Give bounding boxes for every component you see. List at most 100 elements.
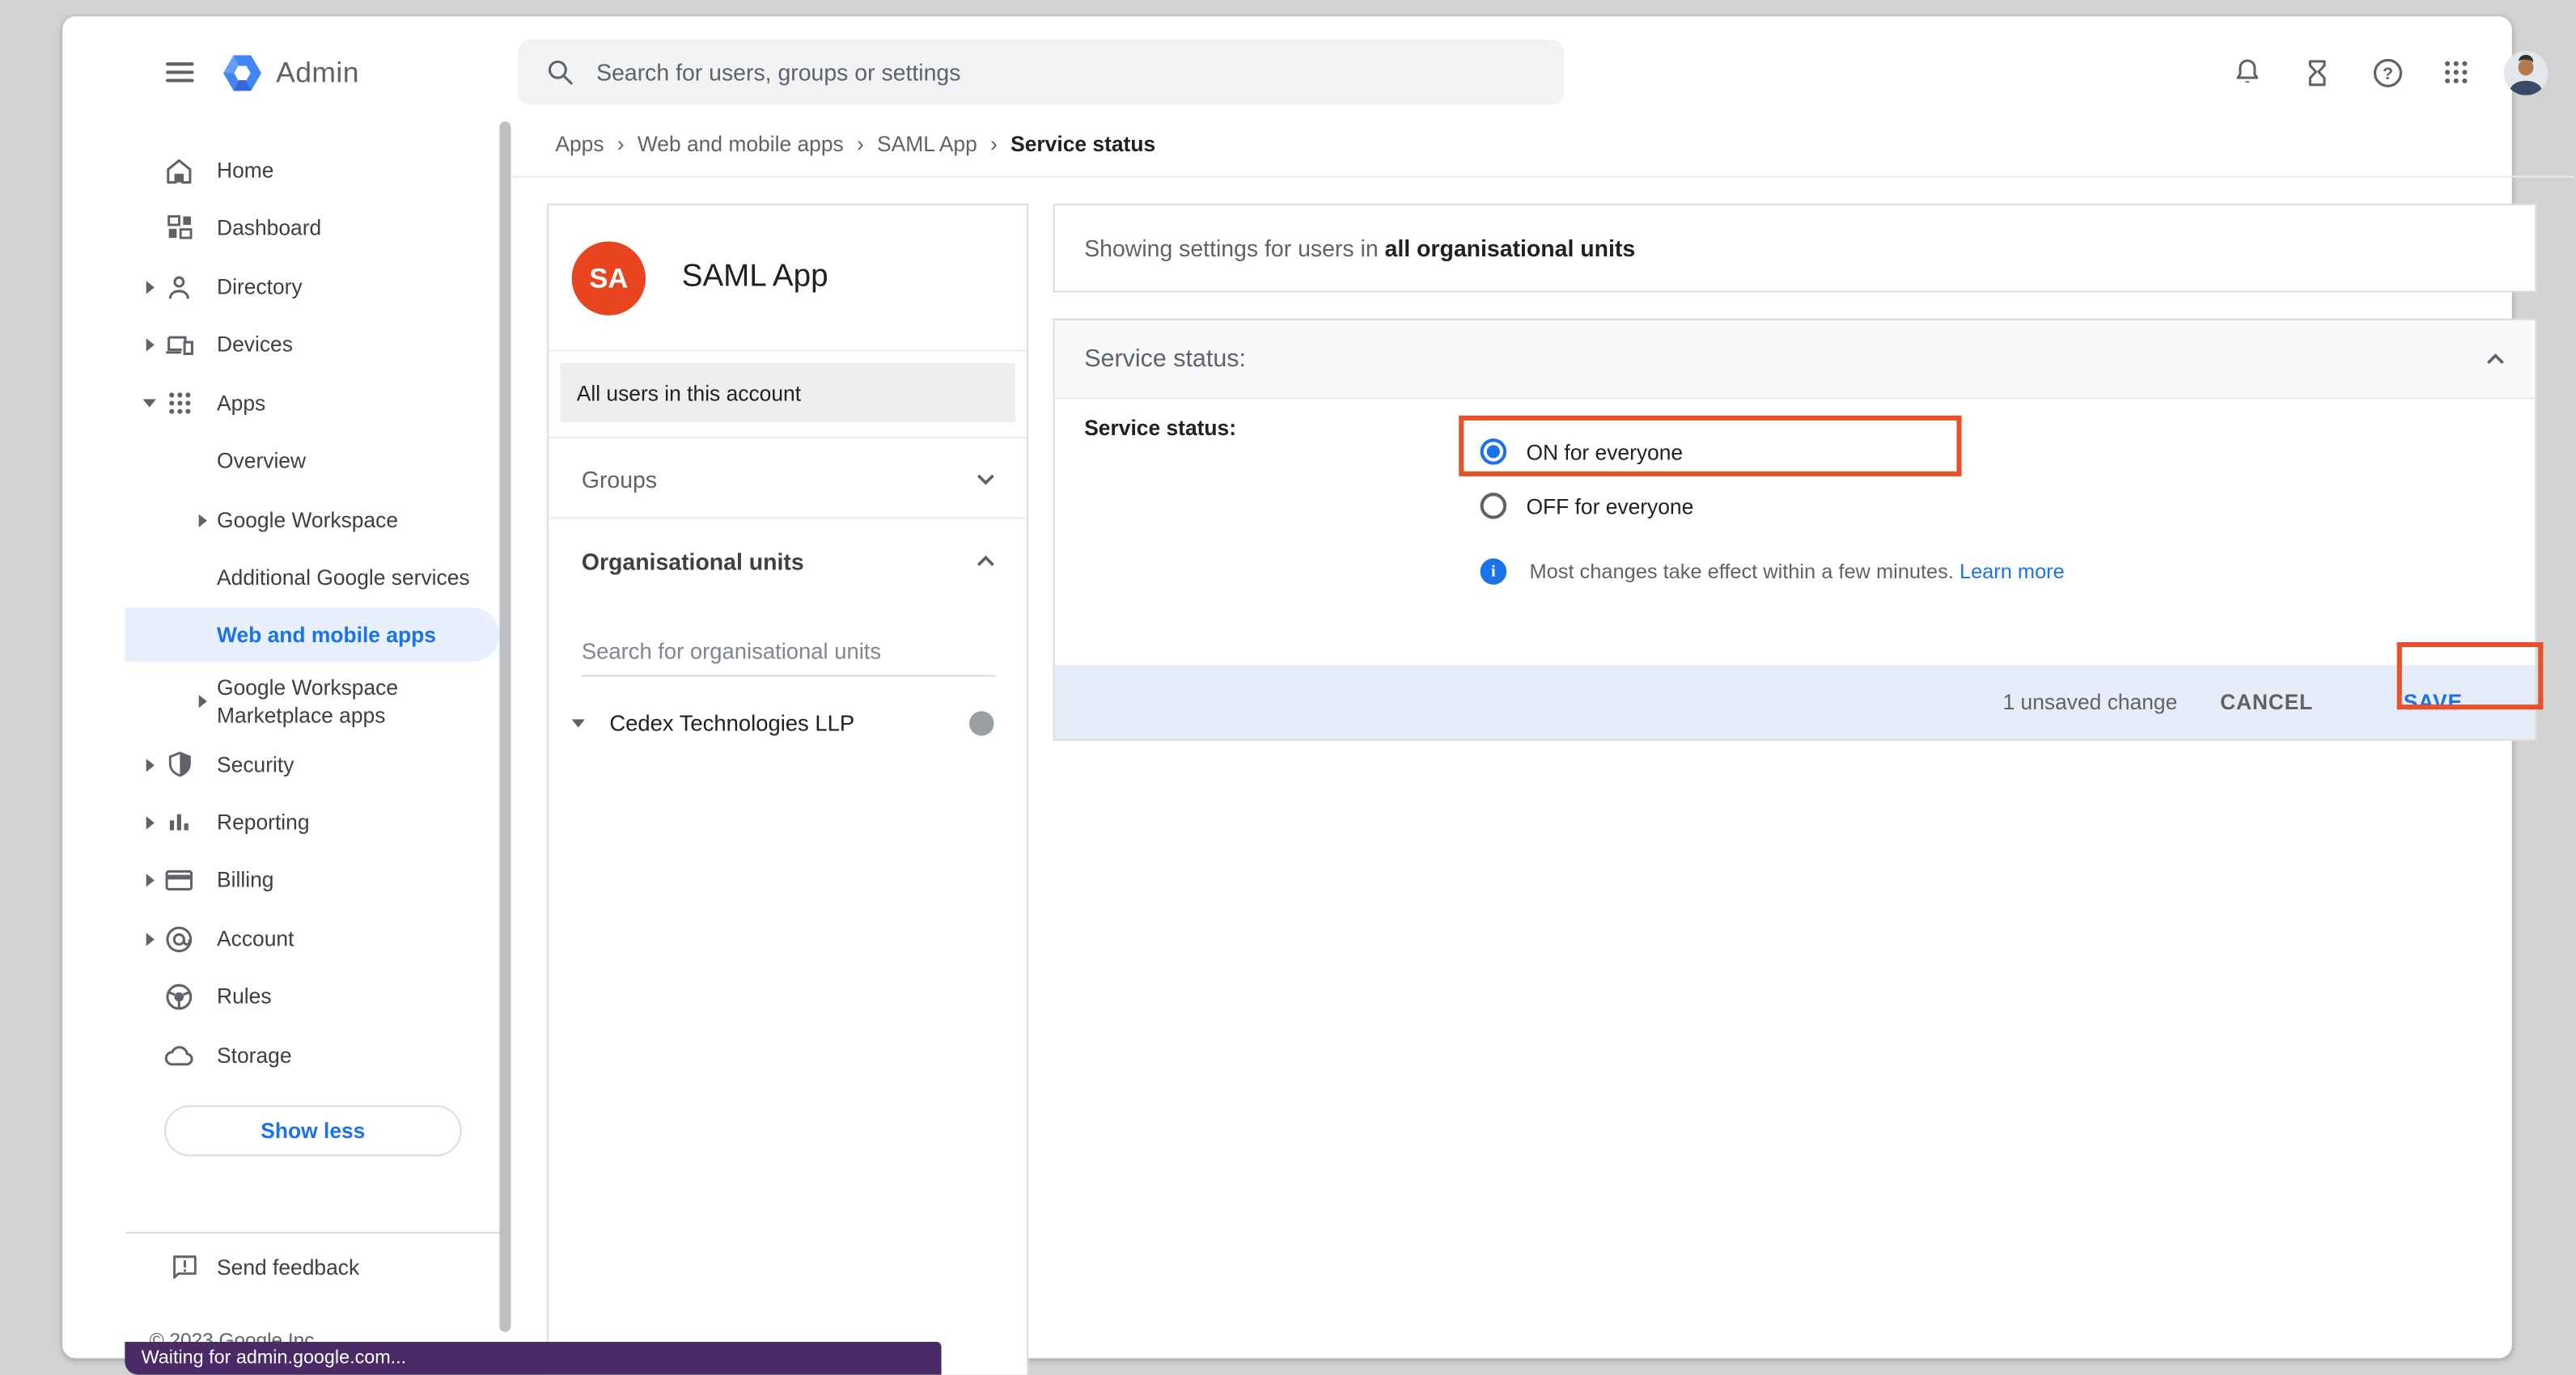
sidebar-divider [125, 1232, 499, 1233]
user-avatar[interactable] [2504, 51, 2548, 95]
groups-section-toggle[interactable]: Groups [582, 459, 996, 501]
sidebar-item-google-workspace[interactable]: Google Workspace [125, 491, 499, 548]
sidebar-item-overview[interactable]: Overview [125, 432, 499, 489]
devices-icon [163, 328, 196, 361]
google-admin-logo: Admin [220, 49, 359, 95]
feedback-icon [167, 1250, 201, 1284]
breadcrumb-apps[interactable]: Apps [555, 130, 604, 154]
product-name: Admin [276, 55, 359, 90]
shield-icon [163, 748, 196, 781]
org-units-section-toggle[interactable]: Organisational units [582, 540, 996, 583]
scope-text: Showing settings for users in all organi… [1084, 235, 1635, 260]
app-title: SAML App [682, 260, 828, 296]
sidebar-item-dashboard[interactable]: Dashboard [125, 199, 499, 256]
all-users-item[interactable]: All users in this account [560, 363, 1015, 422]
admin-hexagon-icon [220, 50, 265, 95]
tree-expand-down-icon [572, 718, 585, 726]
service-status-card: Service status: Service status: ON for e… [1053, 319, 2537, 741]
divider [549, 350, 1027, 352]
radio-off-button[interactable] [1481, 493, 1506, 518]
info-text: Most changes take effect within a few mi… [1529, 560, 2064, 582]
divider [549, 437, 1027, 438]
info-row: i Most changes take effect within a few … [1481, 558, 2065, 584]
org-units-search-input[interactable]: Search for organisational units [582, 639, 881, 663]
breadcrumb-saml-app[interactable]: SAML App [877, 130, 977, 154]
help-icon[interactable]: ? [2369, 54, 2405, 91]
search-bar[interactable]: Search for users, groups or settings [518, 40, 1564, 105]
sidebar-item-account[interactable]: Account [125, 910, 499, 967]
info-icon: i [1481, 558, 1506, 584]
breadcrumb-separator: › [617, 130, 625, 154]
org-unit-tree-item[interactable]: Cedex Technologies LLP [572, 698, 1007, 747]
bar-chart-icon [163, 806, 196, 839]
sidebar-scrollbar[interactable] [499, 121, 511, 1332]
cancel-button[interactable]: CANCEL [2220, 690, 2313, 714]
expand-right-icon [140, 873, 159, 886]
show-less-button[interactable]: Show less [164, 1106, 462, 1157]
org-unit-handle-dot [969, 710, 994, 734]
dashboard-icon [163, 211, 196, 244]
wheel-icon [163, 979, 196, 1013]
collapse-chevron-up-icon [2485, 353, 2505, 366]
hourglass-tasks-icon[interactable] [2298, 54, 2335, 91]
sidebar-item-security[interactable]: Security [125, 736, 499, 793]
breadcrumb-separator: › [857, 130, 864, 154]
expand-right-icon [140, 932, 159, 945]
service-status-field-label: Service status: [1084, 416, 1236, 440]
expand-right-icon [140, 280, 159, 293]
apps-icon [163, 387, 196, 420]
at-sign-icon [163, 922, 196, 955]
unsaved-changes-footer: 1 unsaved change CANCEL SAVE [1055, 665, 2536, 738]
breadcrumb-web-and-mobile-apps[interactable]: Web and mobile apps [638, 130, 844, 154]
breadcrumb-divider [513, 176, 2574, 177]
sidebar-item-web-and-mobile-apps[interactable]: Web and mobile apps [125, 607, 499, 662]
sidebar-item-marketplace-apps[interactable]: Google Workspace Marketplace apps [125, 665, 499, 737]
sidebar-item-devices[interactable]: Devices [125, 315, 499, 373]
sidebar-item-reporting[interactable]: Reporting [125, 793, 499, 851]
sidebar-item-storage[interactable]: Storage [125, 1026, 499, 1084]
home-icon [163, 154, 196, 187]
breadcrumb-current: Service status [1010, 130, 1155, 154]
sidebar-item-apps[interactable]: Apps [125, 374, 499, 432]
sidebar-item-directory[interactable]: Directory [125, 258, 499, 315]
highlight-box-on-option [1459, 416, 1961, 476]
divider [549, 518, 1027, 519]
unsaved-count: 1 unsaved change [2003, 690, 2178, 714]
credit-card-icon [163, 863, 196, 896]
expand-right-icon [140, 758, 159, 771]
sidebar-item-additional-google-services[interactable]: Additional Google services [125, 548, 499, 606]
admin-console-window: Admin Search for users, groups or settin… [62, 16, 2512, 1358]
radio-off-row[interactable]: OFF for everyone [1481, 493, 1694, 518]
expand-right-icon [193, 695, 212, 708]
service-status-section-header[interactable]: Service status: [1055, 320, 2536, 399]
expand-down-icon [140, 399, 159, 407]
app-info-panel: SA SAML App All users in this account Gr… [547, 204, 1028, 1375]
sidebar-item-home[interactable]: Home [125, 142, 499, 199]
screen: Admin Search for users, groups or settin… [0, 0, 2576, 1375]
browser-status-bar: Waiting for admin.google.com... [125, 1342, 941, 1375]
chevron-up-icon [976, 555, 995, 568]
expand-right-icon [193, 514, 212, 527]
expand-right-icon [140, 815, 159, 828]
search-underline [582, 675, 996, 677]
apps-grid-icon[interactable] [2438, 54, 2474, 91]
svg-text:?: ? [2382, 63, 2392, 82]
scope-card: Showing settings for users in all organi… [1053, 204, 2537, 293]
app-avatar: SA [572, 241, 646, 315]
expand-right-icon [140, 337, 159, 350]
highlight-box-save [2397, 642, 2544, 709]
scope-target: all organisational units [1385, 235, 1636, 260]
search-icon [545, 57, 575, 87]
send-feedback-button[interactable]: Send feedback [125, 1238, 499, 1296]
cloud-icon [163, 1039, 196, 1072]
notifications-bell-icon[interactable] [2230, 54, 2266, 91]
search-placeholder: Search for users, groups or settings [596, 59, 960, 85]
sidebar-item-rules[interactable]: Rules [125, 967, 499, 1025]
learn-more-link[interactable]: Learn more [1960, 560, 2065, 582]
menu-hamburger-icon[interactable] [166, 62, 194, 82]
chevron-down-icon [976, 473, 995, 486]
sidebar-item-billing[interactable]: Billing [125, 851, 499, 908]
breadcrumb: Apps › Web and mobile apps › SAML App › … [555, 125, 1155, 161]
person-icon [163, 270, 196, 303]
breadcrumb-separator: › [990, 130, 998, 154]
